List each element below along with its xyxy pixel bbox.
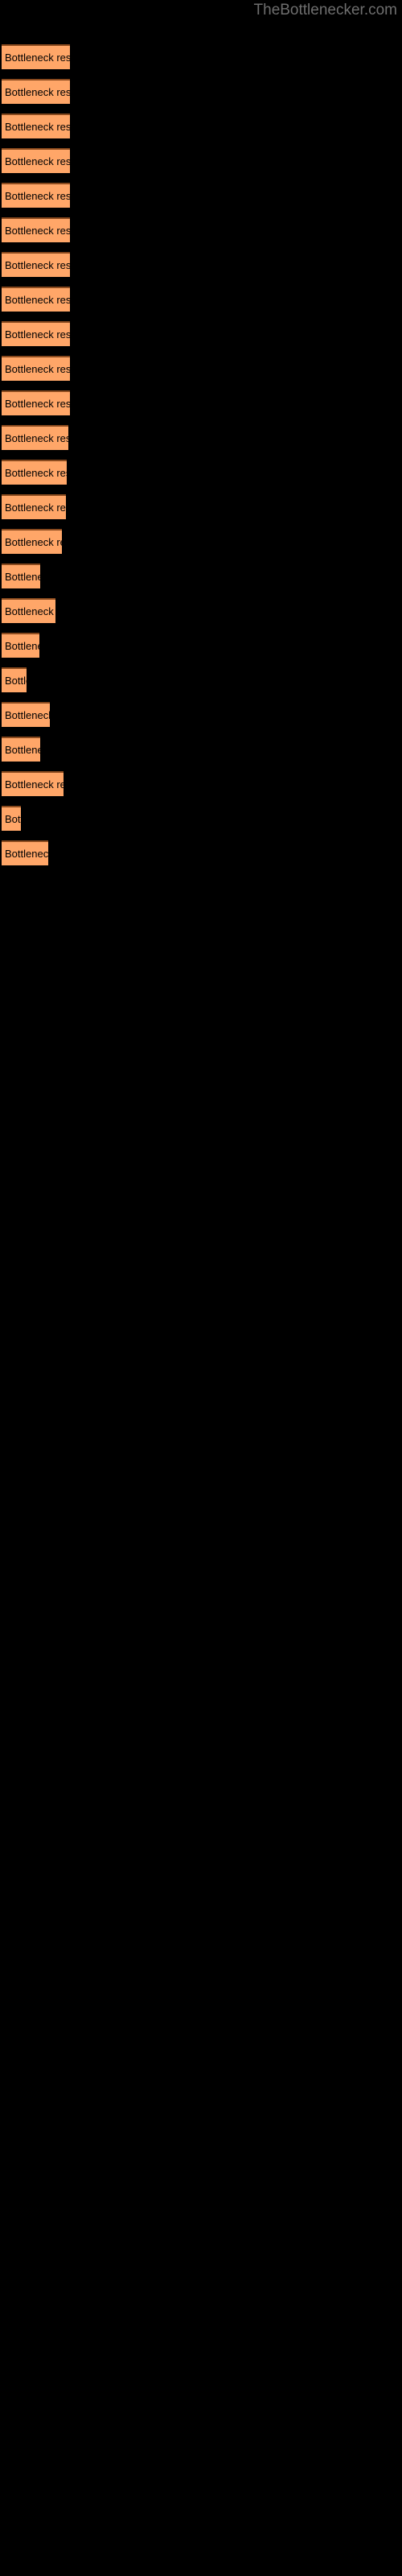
bar-label: Bottleneck result — [5, 605, 55, 617]
bar-label: Bottleneck result — [5, 744, 40, 756]
bar-label: Bottleneck result — [5, 398, 70, 410]
bar[interactable]: Bottleneck result — [2, 183, 70, 208]
bar-label: Bottleneck result — [5, 259, 70, 271]
bar[interactable]: Bottleneck result — [2, 79, 70, 104]
bar[interactable]: Bottleneck result — [2, 252, 70, 277]
bar[interactable]: Bottleneck result — [2, 494, 66, 519]
bar[interactable]: Bottleneck result — [2, 321, 70, 346]
bar-label: Bottleneck result — [5, 155, 70, 167]
bar-label: Bottleneck result — [5, 502, 66, 514]
bar[interactable]: Bottleneck result — [2, 148, 70, 173]
bottleneck-bar-chart: Bottleneck result Bottleneck result Bottle… — [0, 0, 402, 2576]
bar[interactable]: Bottleneck result — [2, 425, 68, 450]
bar[interactable]: Bottleneck result — [2, 806, 21, 831]
bar[interactable]: Bottleneck result — [2, 840, 48, 865]
bar-label: Bottleneck result — [5, 675, 27, 687]
bar[interactable]: Bottleneck result — [2, 356, 70, 381]
bar[interactable]: Bottleneck result — [2, 217, 70, 242]
bar[interactable]: Bottleneck result — [2, 390, 70, 415]
bar-label: Bottleneck result — [5, 536, 62, 548]
bar[interactable]: Bottleneck result — [2, 667, 27, 692]
bar[interactable]: Bottleneck result — [2, 44, 70, 69]
bar-label: Bottleneck result — [5, 432, 68, 444]
bar-label: Bottleneck result — [5, 571, 40, 583]
bar-label: Bottleneck result — [5, 294, 70, 306]
bar-label: Bottleneck result — [5, 86, 70, 98]
bar-label: Bottleneck result — [5, 640, 39, 652]
bar-label: Bottleneck result — [5, 709, 50, 721]
bar[interactable]: Bottleneck result — [2, 287, 70, 312]
bar[interactable]: Bottleneck result — [2, 598, 55, 623]
bar[interactable]: Bottleneck result — [2, 633, 39, 658]
bar-label: Bottleneck result — [5, 190, 70, 202]
bar-label: Bottleneck result — [5, 848, 48, 860]
bar-label: Bottleneck result — [5, 121, 70, 133]
bar-label: Bottleneck result — [5, 467, 67, 479]
bar-label: Bottleneck result — [5, 778, 64, 791]
bar[interactable]: Bottleneck result — [2, 702, 50, 727]
bar-label: Bottleneck result — [5, 52, 70, 64]
bar[interactable]: Bottleneck result — [2, 460, 67, 485]
bar-label: Bottleneck result — [5, 813, 21, 825]
bar[interactable]: Bottleneck result — [2, 564, 40, 588]
bar-label: Bottleneck result — [5, 363, 70, 375]
bar-label: Bottleneck result — [5, 328, 70, 341]
bar-label: Bottleneck result — [5, 225, 70, 237]
bar[interactable]: Bottleneck result — [2, 114, 70, 138]
bar[interactable]: Bottleneck result — [2, 771, 64, 796]
bar[interactable]: Bottleneck result — [2, 529, 62, 554]
bar[interactable]: Bottleneck result — [2, 737, 40, 762]
